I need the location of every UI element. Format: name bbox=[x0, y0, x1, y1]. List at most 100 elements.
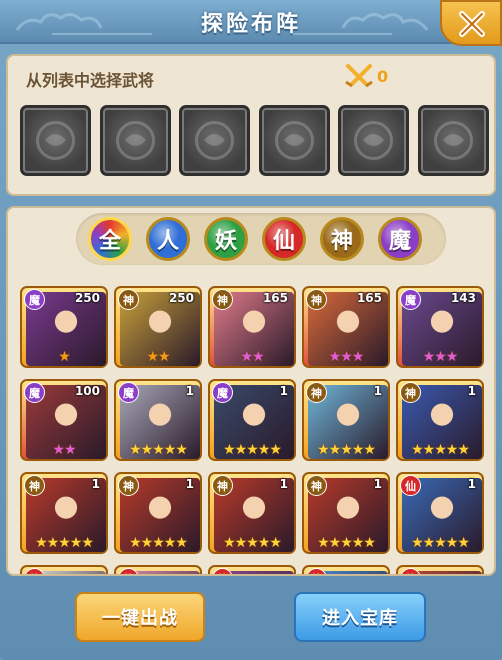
hero-stars: ★★★★★ bbox=[411, 442, 470, 458]
faction-badge: 魔 bbox=[24, 382, 45, 403]
hero-card[interactable]: 神 1 ★★★★★ bbox=[20, 472, 108, 554]
faction-badge: 神 bbox=[212, 289, 233, 310]
faction-badge: 神 bbox=[212, 475, 233, 496]
combat-power-value: 0 bbox=[377, 67, 389, 86]
faction-filter-button[interactable]: 妖 bbox=[204, 217, 248, 261]
hero-card[interactable]: 神 1 ★★★★★ bbox=[302, 379, 390, 461]
hero-level: 250 bbox=[168, 291, 194, 305]
hero-level: 1 bbox=[185, 477, 194, 491]
faction-badge: 仙 bbox=[212, 568, 233, 574]
hero-slot[interactable] bbox=[258, 105, 330, 176]
hero-level: 1 bbox=[467, 477, 476, 491]
empty-slot-emblem-icon bbox=[354, 121, 393, 160]
faction-badge: 神 bbox=[118, 475, 139, 496]
hero-stars: ★★★★★ bbox=[129, 535, 188, 551]
hero-level: 1 bbox=[91, 477, 100, 491]
hero-slot[interactable] bbox=[20, 105, 91, 176]
faction-badge: 仙 bbox=[400, 568, 421, 574]
hero-card[interactable]: 魔 1 ★★★★★ bbox=[208, 379, 296, 461]
hero-stars: ★★★★★ bbox=[223, 442, 282, 458]
hero-level: 1 bbox=[279, 384, 288, 398]
hero-card[interactable]: 仙 bbox=[20, 565, 108, 574]
faction-filter-button[interactable]: 魔 bbox=[378, 217, 422, 261]
hero-stars: ★★ bbox=[240, 349, 264, 365]
hero-card[interactable]: 神 1 ★★★★★ bbox=[396, 379, 484, 461]
faction-filter-button[interactable]: 人 bbox=[146, 217, 190, 261]
hero-level: 1 bbox=[467, 384, 476, 398]
hero-level: 143 bbox=[450, 291, 476, 305]
faction-badge: 神 bbox=[118, 289, 139, 310]
crossed-swords-icon bbox=[345, 64, 373, 88]
hero-stars: ★★★ bbox=[422, 349, 459, 365]
hero-level: 165 bbox=[356, 291, 382, 305]
faction-badge: 神 bbox=[24, 475, 45, 496]
faction-badge: 神 bbox=[400, 382, 421, 403]
hero-stars: ★★★★★ bbox=[129, 442, 188, 458]
faction-badge: 神 bbox=[306, 475, 327, 496]
hero-card[interactable]: 魔 100 ★★ bbox=[20, 379, 108, 461]
hero-level: 250 bbox=[74, 291, 100, 305]
hero-stars: ★★★★★ bbox=[35, 535, 94, 551]
hero-card[interactable]: 魔 1 ★★★★★ bbox=[114, 379, 202, 461]
hero-card[interactable]: 仙 bbox=[302, 565, 390, 574]
faction-badge: 仙 bbox=[400, 475, 421, 496]
page-title: 探险布阵 bbox=[200, 12, 301, 37]
hero-card[interactable]: 神 165 ★★★ bbox=[302, 286, 390, 368]
hero-stars: ★★★★★ bbox=[317, 535, 376, 551]
hero-card[interactable]: 神 1 ★★★★★ bbox=[302, 472, 390, 554]
hero-stars: ★★ bbox=[52, 442, 76, 458]
faction-badge: 神 bbox=[306, 289, 327, 310]
faction-filter-button[interactable]: 神 bbox=[320, 217, 364, 261]
faction-filter-button[interactable]: 仙 bbox=[262, 217, 306, 261]
hero-card[interactable]: 神 165 ★★ bbox=[208, 286, 296, 368]
header-bar: 探险布阵 bbox=[0, 0, 502, 46]
formation-panel: 探险布阵 从列表中选择武将 0 全人妖仙神魔 魔 250 ★ 神 250 ★★ 神 165 ★★… bbox=[0, 0, 502, 660]
selection-label: 从列表中选择武将 bbox=[26, 71, 155, 90]
faction-badge: 仙 bbox=[118, 568, 139, 574]
hero-card[interactable]: 魔 143 ★★★ bbox=[396, 286, 484, 368]
hero-list-panel: 全人妖仙神魔 魔 250 ★ 神 250 ★★ 神 165 ★★ 神 165 ★★★ 魔 143 ★★★ 魔 1… bbox=[6, 206, 496, 576]
hero-card[interactable]: 神 250 ★★ bbox=[114, 286, 202, 368]
selected-heroes-panel: 从列表中选择武将 0 bbox=[6, 54, 496, 196]
empty-slot-emblem-icon bbox=[115, 121, 155, 160]
hero-slot[interactable] bbox=[179, 105, 250, 176]
hero-card[interactable]: 魔 250 ★ bbox=[20, 286, 108, 368]
hero-card[interactable]: 仙 bbox=[396, 565, 484, 574]
hero-stars: ★★★★★ bbox=[411, 535, 470, 551]
auto-deploy-button[interactable]: 一键出战 bbox=[75, 592, 205, 642]
faction-badge: 仙 bbox=[306, 568, 327, 574]
empty-slot-emblem-icon bbox=[195, 121, 234, 160]
empty-slot-emblem-icon bbox=[433, 121, 473, 160]
hero-slot[interactable] bbox=[99, 105, 171, 176]
hero-card[interactable]: 神 1 ★★★★★ bbox=[114, 472, 202, 554]
faction-badge: 魔 bbox=[212, 382, 233, 403]
hero-card[interactable]: 仙 bbox=[114, 565, 202, 574]
hero-stars: ★★★★★ bbox=[223, 535, 282, 551]
hero-stars: ★★ bbox=[146, 349, 170, 365]
empty-slot-emblem-icon bbox=[36, 121, 75, 160]
hero-level: 165 bbox=[262, 291, 288, 305]
hero-stars: ★★★★★ bbox=[317, 442, 376, 458]
close-button[interactable] bbox=[440, 0, 502, 46]
faction-badge: 魔 bbox=[24, 289, 45, 310]
hero-slot[interactable] bbox=[417, 105, 489, 176]
hero-card[interactable]: 仙 1 ★★★★★ bbox=[396, 472, 484, 554]
faction-badge: 神 bbox=[306, 382, 327, 403]
faction-badge: 仙 bbox=[24, 568, 45, 574]
hero-level: 1 bbox=[185, 384, 194, 398]
hero-level: 1 bbox=[373, 477, 382, 491]
empty-slot-emblem-icon bbox=[274, 121, 314, 160]
hero-card[interactable]: 神 1 ★★★★★ bbox=[208, 472, 296, 554]
hero-level: 100 bbox=[74, 384, 100, 398]
hero-slot[interactable] bbox=[338, 105, 409, 176]
hero-card[interactable]: 仙 bbox=[208, 565, 296, 574]
faction-filter-button[interactable]: 全 bbox=[88, 217, 132, 261]
enter-treasury-button[interactable]: 进入宝库 bbox=[294, 592, 426, 642]
hero-stars: ★★★ bbox=[328, 349, 365, 365]
faction-badge: 魔 bbox=[118, 382, 139, 403]
faction-filter-bar: 全人妖仙神魔 bbox=[76, 213, 446, 265]
hero-level: 1 bbox=[373, 384, 382, 398]
close-icon bbox=[459, 11, 485, 37]
hero-stars: ★ bbox=[58, 349, 71, 365]
faction-badge: 魔 bbox=[400, 289, 421, 310]
